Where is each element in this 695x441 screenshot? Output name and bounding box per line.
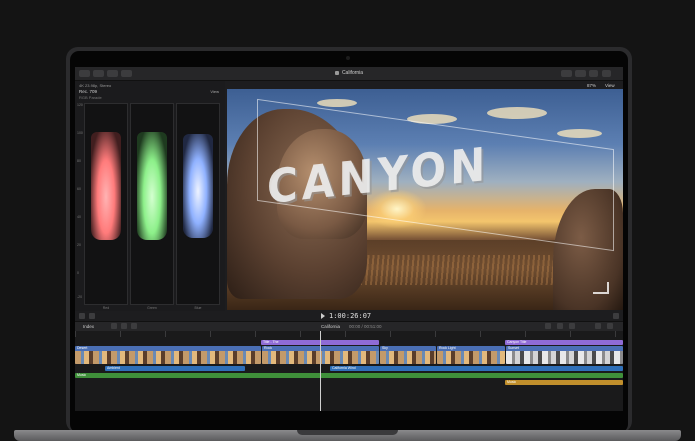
inspector-icon[interactable] <box>589 70 598 77</box>
scope-channel-red: Red <box>84 103 128 310</box>
timeline-toolbar: Index California 00:00 / 00:51:00 <box>75 321 623 331</box>
video-clip[interactable]: Rock Light <box>437 346 505 364</box>
clip-label: Sunset <box>508 346 519 350</box>
clip-label: Title - The <box>263 340 279 344</box>
skimming-icon[interactable] <box>557 323 563 329</box>
timeline[interactable]: Title - The Canyon Title Desert Rock Sky… <box>75 331 623 411</box>
view-options-icon[interactable] <box>79 313 85 319</box>
waveform-red <box>91 132 121 240</box>
y-tick: 20 <box>77 243 81 247</box>
project-icon <box>334 70 339 75</box>
clip-label: Ambient <box>107 366 120 370</box>
timecode-display: 1:00:26:07 <box>329 312 372 320</box>
video-clip[interactable]: Desert <box>75 346 261 364</box>
y-tick: 120 <box>77 103 83 107</box>
cloud <box>317 99 357 107</box>
y-tick: 0 <box>77 271 79 275</box>
y-tick: 80 <box>77 159 81 163</box>
scope-channel-blue: Blue <box>176 103 220 310</box>
play-icon[interactable] <box>321 313 325 319</box>
video-scopes-panel: 4K 23.98p, Stereo Rec. 709 View RGB Para… <box>75 81 225 314</box>
clip-label: Desert <box>77 346 88 350</box>
viewer-controls: 1:00:26:07 <box>75 311 623 321</box>
project-name[interactable]: California <box>321 323 340 330</box>
window-title-text: California <box>341 70 364 76</box>
transitions-browser-icon[interactable] <box>607 323 613 329</box>
cloud <box>557 129 602 138</box>
clip-label: Rock Light <box>439 346 456 350</box>
project-duration: 00:00 / 00:51:00 <box>349 324 382 329</box>
music-clip[interactable]: Music <box>505 380 623 385</box>
clip-thumbnails <box>75 351 261 364</box>
clip-label: Rock <box>264 346 272 350</box>
rgb-parade: 120 100 80 60 40 20 0 -20 Red Green Blue <box>77 103 222 310</box>
top-toolbar: California <box>75 67 623 81</box>
clip-label: Music <box>77 373 87 377</box>
y-tick: 100 <box>77 131 83 135</box>
y-tick: 40 <box>77 215 81 219</box>
cloud <box>487 107 547 119</box>
video-clip[interactable]: Sunset <box>506 346 623 364</box>
playhead[interactable] <box>320 331 321 411</box>
y-tick: -20 <box>77 295 83 299</box>
clip-label: California Wind <box>332 366 356 370</box>
scope-view-menu[interactable]: View <box>210 89 219 94</box>
fullscreen-icon[interactable] <box>613 313 619 319</box>
waveform-green <box>137 132 167 240</box>
effects-browser-icon[interactable] <box>595 323 601 329</box>
crop-icon[interactable] <box>89 313 95 319</box>
channel-label: Green <box>147 306 157 310</box>
timeline-ruler[interactable] <box>75 331 623 337</box>
index-button[interactable]: Index <box>83 323 94 330</box>
share-icon[interactable] <box>602 70 611 77</box>
insert-clip-icon[interactable] <box>121 323 127 329</box>
format-label: 4K 23.98p, Stereo <box>79 83 112 88</box>
audio-clip[interactable]: California Wind <box>330 366 623 371</box>
clip-thumbnails <box>506 351 623 364</box>
scope-subtitle: RGB Parade <box>79 95 102 100</box>
laptop-notch <box>297 430 398 435</box>
scope-channel-green: Green <box>130 103 174 310</box>
audio-meter-icon[interactable] <box>545 323 551 329</box>
audio-clip[interactable]: Ambient <box>105 366 245 371</box>
timeline-toggle-icon[interactable] <box>575 70 586 77</box>
clip-thumbnails <box>437 351 505 364</box>
layout-icon[interactable] <box>561 70 572 77</box>
app-window: California 4K 23.98p, Stereo Rec. 709 Vi… <box>75 67 623 411</box>
waveform-blue <box>183 134 213 238</box>
snapping-icon[interactable] <box>569 323 575 329</box>
window-title: California <box>75 69 623 77</box>
transform-handle-icon[interactable] <box>593 282 609 294</box>
append-clip-icon[interactable] <box>111 323 117 329</box>
zoom-level[interactable]: 87% <box>587 82 596 89</box>
y-tick: 60 <box>77 187 81 191</box>
clip-label: Canyon Title <box>507 340 527 344</box>
overwrite-clip-icon[interactable] <box>131 323 137 329</box>
clip-thumbnails <box>380 351 436 364</box>
video-clip[interactable]: Sky <box>380 346 436 364</box>
title-clip[interactable]: Canyon Title <box>505 340 623 345</box>
clip-label: Sky <box>382 346 388 350</box>
music-clip[interactable]: Music <box>75 373 623 378</box>
camera-icon <box>346 56 350 60</box>
clip-label: Music <box>507 380 517 384</box>
channel-label: Blue <box>194 306 202 310</box>
viewer-view-menu[interactable]: View <box>605 82 615 89</box>
viewer-frame[interactable]: CANYON <box>227 89 623 310</box>
scope-title: Rec. 709 <box>79 89 98 94</box>
channel-label: Red <box>102 306 110 310</box>
